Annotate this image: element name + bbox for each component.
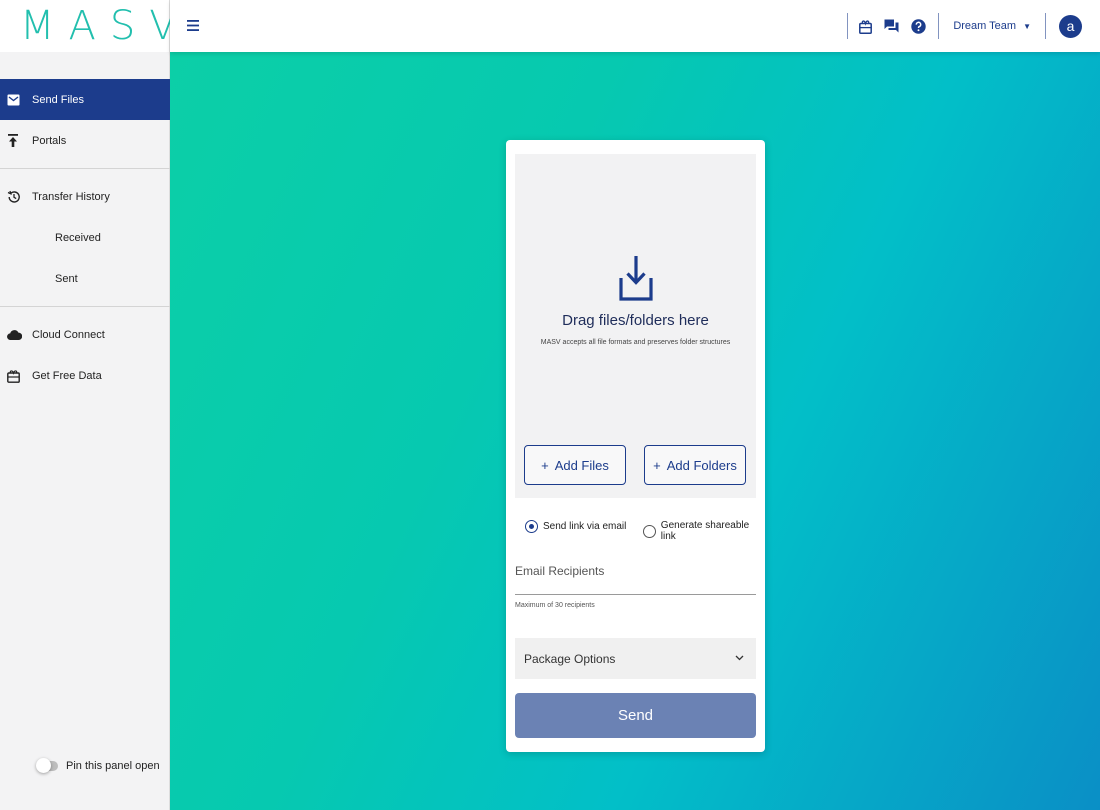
pin-panel-label: Pin this panel open xyxy=(66,760,160,772)
plus-icon: + xyxy=(541,457,549,473)
top-bar-divider xyxy=(1045,13,1046,39)
top-bar-actions: Dream Team ▼ a xyxy=(847,0,1100,52)
toggle-switch[interactable] xyxy=(36,758,58,773)
send-button[interactable]: Send xyxy=(515,693,756,738)
package-options-dropdown[interactable]: Package Options xyxy=(515,638,756,679)
history-icon xyxy=(0,190,28,204)
sidebar-item-label: Cloud Connect xyxy=(32,328,105,341)
sidebar-item-sent[interactable]: Sent xyxy=(0,258,170,299)
sidebar-item-label: Transfer History xyxy=(32,190,110,203)
sidebar-item-label: Get Free Data xyxy=(32,369,102,382)
drop-zone-subtitle: MASV accepts all file formats and preser… xyxy=(540,339,731,346)
logo-text: MASV xyxy=(20,3,191,49)
top-bar-divider xyxy=(938,13,940,39)
sidebar-divider xyxy=(0,168,170,169)
radio-unselected-icon[interactable] xyxy=(643,524,656,538)
sidebar-item-label: Portals xyxy=(32,134,67,147)
team-selector[interactable]: Dream Team ▼ xyxy=(953,20,1031,32)
send-files-card: Drag files/folders here MASV accepts all… xyxy=(506,140,765,752)
chat-icon[interactable] xyxy=(884,19,899,34)
hamburger-icon[interactable] xyxy=(187,16,199,36)
shareable-link-label: Generate shareable link xyxy=(660,520,750,542)
team-name: Dream Team xyxy=(953,20,1017,32)
plus-icon: + xyxy=(653,457,661,473)
gift-icon xyxy=(0,369,28,383)
sidebar-item-received[interactable]: Received xyxy=(0,217,170,258)
add-files-label: Add Files xyxy=(554,457,609,473)
sidebar-item-label: Received xyxy=(55,231,101,244)
email-recipients-placeholder: Email Recipients xyxy=(515,564,605,578)
package-options-label: Package Options xyxy=(524,651,616,666)
help-icon[interactable] xyxy=(911,18,927,34)
sidebar-item-cloud-connect[interactable]: Cloud Connect xyxy=(0,314,170,355)
avatar[interactable]: a xyxy=(1059,14,1082,38)
pin-panel-toggle[interactable]: Pin this panel open xyxy=(36,758,160,773)
email-recipients-hint: Maximum of 30 recipients xyxy=(515,602,595,609)
send-via-email-label: Send link via email xyxy=(543,521,627,532)
sidebar-item-portals[interactable]: Portals xyxy=(0,120,170,161)
sidebar: MASV Send Files Portals Transfer History… xyxy=(0,0,177,810)
add-folders-button[interactable]: + Add Folders xyxy=(644,445,746,485)
add-folders-label: Add Folders xyxy=(666,457,737,473)
drop-zone-title: Drag files/folders here xyxy=(562,312,709,329)
sidebar-nav: Send Files Portals Transfer History Rece… xyxy=(0,79,170,396)
upload-icon xyxy=(0,134,28,147)
sidebar-divider xyxy=(0,306,170,307)
envelope-icon xyxy=(0,94,28,106)
drop-zone[interactable]: Drag files/folders here MASV accepts all… xyxy=(515,154,756,498)
top-bar-divider xyxy=(847,13,849,39)
sidebar-item-get-free-data[interactable]: Get Free Data xyxy=(0,355,170,396)
download-tray-icon xyxy=(619,254,653,307)
caret-down-icon: ▼ xyxy=(1023,21,1031,31)
send-via-email-radio[interactable]: Send link via email xyxy=(525,520,626,533)
email-recipients-field[interactable]: Email Recipients xyxy=(515,564,756,595)
chevron-down-icon xyxy=(735,653,744,664)
add-files-button[interactable]: + Add Files xyxy=(524,445,626,485)
sidebar-item-label: Send Files xyxy=(32,93,84,106)
masv-logo[interactable]: MASV xyxy=(0,0,177,52)
sidebar-item-transfer-history[interactable]: Transfer History xyxy=(0,176,170,217)
top-bar: Dream Team ▼ a xyxy=(170,0,1100,52)
main-area: Drag files/folders here MASV accepts all… xyxy=(170,52,1100,810)
radio-selected-icon[interactable] xyxy=(525,520,538,533)
sidebar-item-label: Sent xyxy=(55,272,78,285)
sidebar-item-send-files[interactable]: Send Files xyxy=(0,79,170,120)
cloud-icon xyxy=(0,329,28,340)
gift-icon[interactable] xyxy=(859,19,873,34)
shareable-link-radio[interactable]: Generate shareable link xyxy=(643,520,765,542)
